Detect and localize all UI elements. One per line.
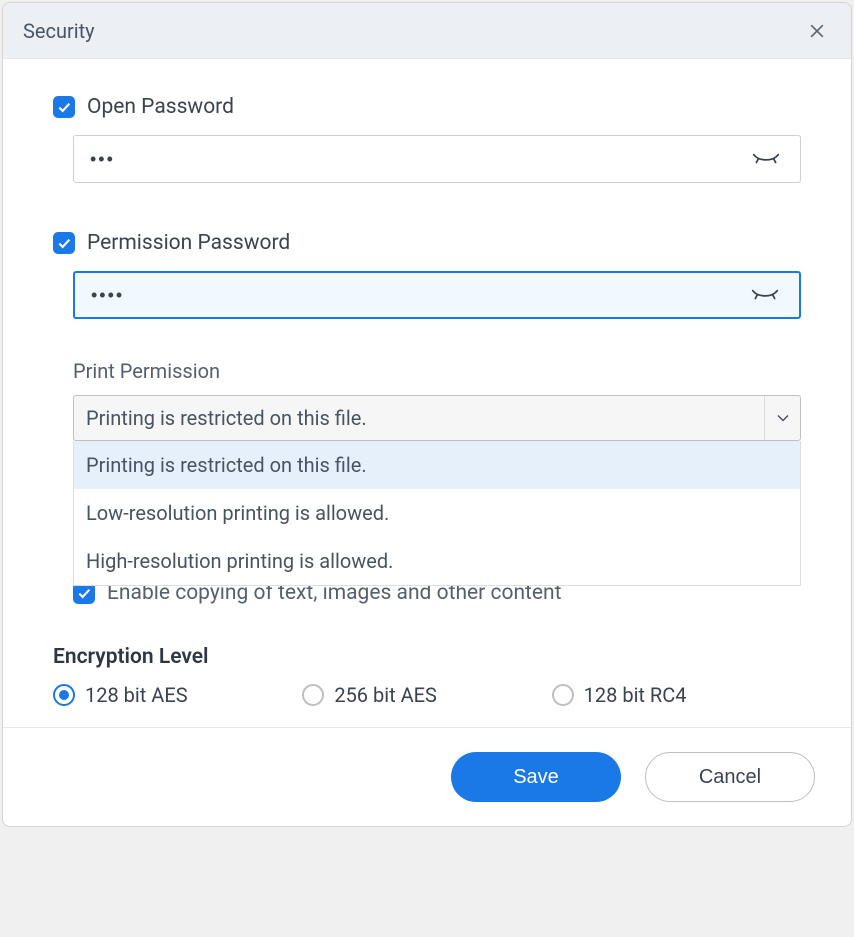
- print-permission-dropdown: Printing is restricted on this file. Pri…: [73, 395, 801, 441]
- encryption-option-256-aes[interactable]: 256 bit AES: [302, 683, 551, 707]
- radio-label-128-aes: 128 bit AES: [85, 683, 188, 707]
- save-button[interactable]: Save: [451, 752, 621, 802]
- permission-password-label: Permission Password: [87, 231, 290, 255]
- open-password-field[interactable]: [73, 135, 801, 183]
- chevron-down-icon: [777, 414, 789, 422]
- permission-password-input[interactable]: [91, 285, 747, 306]
- print-permission-menu: Printing is restricted on this file. Low…: [73, 441, 801, 586]
- open-password-checkbox[interactable]: [53, 96, 75, 118]
- encryption-option-128-rc4[interactable]: 128 bit RC4: [552, 683, 801, 707]
- encryption-section: Encryption Level 128 bit AES 256 bit AES…: [53, 645, 801, 707]
- open-password-section: Open Password: [53, 95, 801, 183]
- eye-closed-icon: [751, 287, 779, 303]
- permission-password-checkbox-row: Permission Password: [53, 231, 801, 255]
- open-password-label: Open Password: [87, 95, 234, 119]
- print-option-high-res[interactable]: High-resolution printing is allowed.: [74, 537, 800, 585]
- encryption-title: Encryption Level: [53, 645, 801, 669]
- cancel-button[interactable]: Cancel: [645, 752, 815, 802]
- radio-label-256-aes: 256 bit AES: [334, 683, 437, 707]
- open-password-visibility-toggle[interactable]: [748, 147, 784, 171]
- permission-password-checkbox[interactable]: [53, 232, 75, 254]
- print-permission-label: Print Permission: [73, 359, 801, 383]
- dialog-header: Security: [3, 3, 851, 59]
- print-permission-selected: Printing is restricted on this file.: [86, 406, 367, 430]
- radio-label-128-rc4: 128 bit RC4: [584, 683, 687, 707]
- print-option-restricted[interactable]: Printing is restricted on this file.: [74, 441, 800, 489]
- permission-password-section: Permission Password Print Permission Pri…: [53, 231, 801, 605]
- dropdown-caret: [764, 396, 800, 440]
- open-password-input[interactable]: [90, 149, 748, 170]
- dialog-footer: Save Cancel: [3, 727, 851, 826]
- radio-256-aes: [302, 684, 324, 706]
- open-password-checkbox-row: Open Password: [53, 95, 801, 119]
- eye-closed-icon: [752, 151, 780, 167]
- dialog-title: Security: [23, 19, 95, 43]
- print-permission-select[interactable]: Printing is restricted on this file.: [73, 395, 801, 441]
- close-icon: [807, 21, 827, 41]
- checkmark-icon: [76, 585, 92, 601]
- radio-128-aes: [53, 684, 75, 706]
- permission-password-field[interactable]: [73, 271, 801, 319]
- dialog-body: Open Password Permission Passwo: [3, 59, 851, 727]
- print-option-low-res[interactable]: Low-resolution printing is allowed.: [74, 489, 800, 537]
- encryption-option-128-aes[interactable]: 128 bit AES: [53, 683, 302, 707]
- radio-128-rc4: [552, 684, 574, 706]
- security-dialog: Security Open Password: [2, 2, 852, 827]
- encryption-radio-group: 128 bit AES 256 bit AES 128 bit RC4: [53, 683, 801, 707]
- checkmark-icon: [56, 235, 72, 251]
- close-button[interactable]: [803, 17, 831, 45]
- permission-password-visibility-toggle[interactable]: [747, 283, 783, 307]
- radio-dot-icon: [59, 690, 69, 700]
- checkmark-icon: [56, 99, 72, 115]
